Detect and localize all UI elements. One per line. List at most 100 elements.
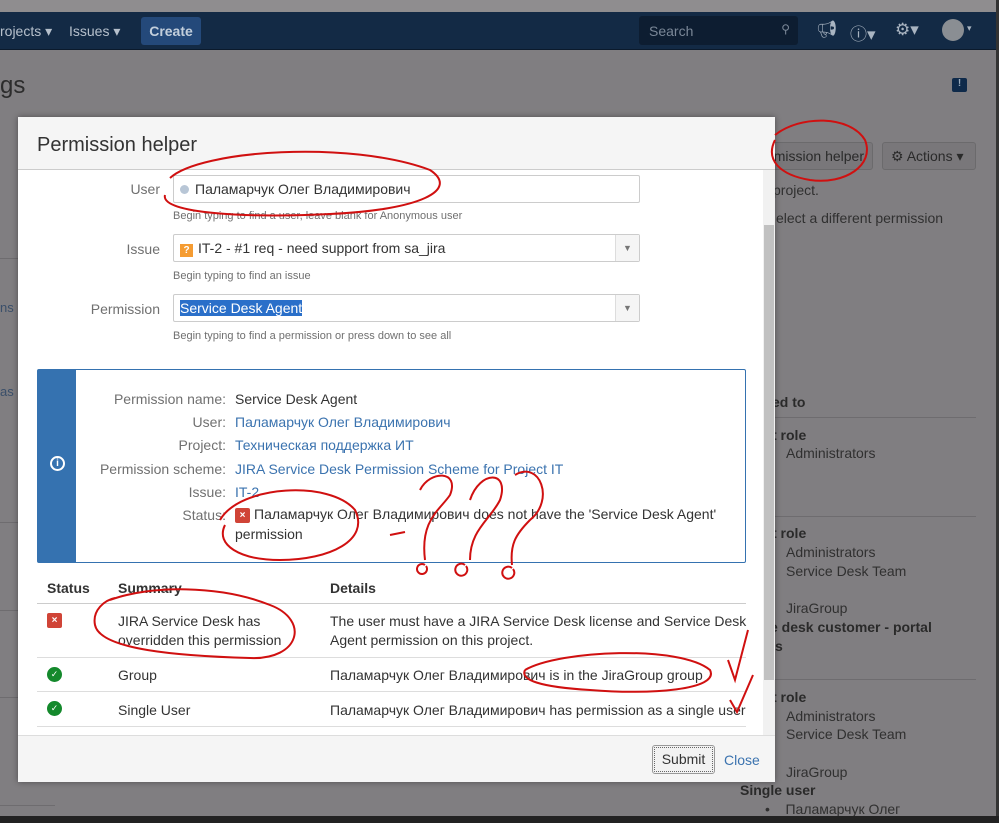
status-line: Паламарчук Олег Владимирович does not ha…	[254, 506, 717, 522]
permission-hint: Begin typing to find a permission or pre…	[173, 330, 452, 342]
permission-label: Permission	[90, 301, 160, 317]
issue-label: Issue	[126, 241, 160, 257]
window-top-strip	[0, 0, 999, 12]
info-band: i	[38, 370, 76, 562]
dialog-header: Permission helper	[18, 117, 775, 170]
status-line: permission	[235, 526, 303, 542]
sidebar-item[interactable]: as	[0, 384, 14, 399]
intro-text: elect a different permission	[776, 210, 944, 226]
divider	[757, 417, 976, 418]
issue-link[interactable]: IT-2	[235, 484, 259, 500]
scrollbar-thumb[interactable]	[764, 225, 774, 680]
group-heading: t role	[772, 689, 807, 705]
group-item: JiraGroup	[786, 764, 848, 780]
group-heading: Single user	[740, 782, 816, 798]
gear-icon: ⚙	[891, 148, 904, 164]
search-placeholder: Search	[649, 23, 694, 39]
feedback-icon[interactable]: !	[952, 78, 967, 92]
column-header-details: Details	[330, 580, 376, 596]
submit-button[interactable]: Submit	[652, 745, 715, 774]
group-item: Service Desk Team	[786, 726, 907, 742]
dialog-title: Permission helper	[37, 134, 198, 156]
row-details: The user must have a JIRA Service Desk l…	[330, 613, 747, 629]
group-item: Administrators	[786, 445, 876, 461]
search-icon: ⚲	[781, 22, 790, 36]
intro-text: project.	[773, 182, 819, 198]
error-x-icon: ×	[47, 613, 62, 628]
help-icon[interactable]: ⓘ▾	[850, 20, 876, 45]
info-label: User:	[192, 414, 226, 430]
issue-field[interactable]: ? IT-2 - #1 req - need support from sa_ji…	[173, 234, 640, 262]
notifications-megaphone-icon[interactable]: 📢︎	[816, 20, 838, 40]
row-details: Паламарчук Олег Владимирович is in the J…	[330, 667, 703, 683]
window-edge	[0, 816, 999, 823]
permission-name-value: Service Desk Agent	[235, 391, 358, 407]
error-x-icon: ×	[235, 507, 250, 523]
info-icon: i	[50, 456, 65, 471]
user-link[interactable]: Паламарчук Олег Владимирович	[235, 414, 451, 430]
info-label: Project:	[178, 437, 226, 453]
user-field[interactable]: Паламарчук Олег Владимирович	[173, 175, 640, 203]
issue-value: IT-2 - #1 req - need support from sa_jir…	[198, 240, 446, 256]
settings-gear-icon[interactable]: ⚙▾	[895, 20, 919, 40]
nav-projects[interactable]: rojects ▾	[0, 23, 52, 40]
info-label: Issue:	[188, 484, 226, 500]
close-link[interactable]: Close	[724, 752, 760, 768]
sidebar-item[interactable]: ns	[0, 300, 14, 315]
user-avatar-icon	[180, 185, 189, 194]
row-summary: JIRA Service Desk has	[118, 613, 261, 629]
avatar-chevron-down-icon: ▾	[967, 23, 972, 33]
divider	[0, 805, 55, 806]
group-item: Administrators	[786, 544, 876, 560]
success-check-icon: ✓	[47, 701, 62, 716]
permission-dropdown-chevron-icon[interactable]: ▼	[615, 295, 639, 321]
nav-issues-label: Issues	[69, 23, 110, 39]
user-avatar[interactable]	[942, 19, 964, 41]
row-summary: Group	[118, 667, 157, 683]
divider	[0, 258, 18, 259]
info-label: Permission scheme:	[99, 461, 226, 477]
group-heading: t role	[772, 525, 807, 541]
status-value: × Паламарчук Олег Владимирович does not h…	[235, 506, 716, 523]
divider	[37, 603, 746, 604]
divider	[37, 691, 746, 692]
divider	[37, 726, 746, 727]
actions-label: Actions	[906, 148, 953, 164]
divider	[757, 679, 976, 680]
group-heading: e desk customer - portal	[770, 619, 932, 635]
permission-field[interactable]: Service Desk Agent ▼	[173, 294, 640, 322]
search-input[interactable]: Search ⚲	[639, 16, 798, 45]
project-link[interactable]: Техническая поддержка ИТ	[235, 437, 414, 453]
single-user-name: Паламарчук Олег	[785, 801, 901, 817]
group-item: JiraGroup	[786, 600, 848, 616]
group-item: • Паламарчук Олег	[765, 801, 901, 817]
actions-button[interactable]: ⚙ Actions ▾	[882, 142, 976, 170]
user-label: User	[130, 181, 160, 197]
group-item: Administrators	[786, 708, 876, 724]
create-button[interactable]: Create	[141, 17, 201, 45]
question-issue-type-icon: ?	[180, 244, 193, 257]
row-summary: overridden this permission	[118, 632, 282, 648]
info-label: Permission name:	[113, 391, 226, 407]
column-header-status: Status	[47, 580, 90, 596]
info-label: Status:	[182, 507, 226, 523]
success-check-icon: ✓	[47, 667, 62, 682]
permission-scheme-link[interactable]: JIRA Service Desk Permission Scheme for …	[235, 461, 563, 477]
divider	[757, 516, 976, 517]
group-heading: s	[775, 638, 783, 654]
top-navbar: rojects ▾ Issues ▾ Create Search ⚲ 📢︎ ⓘ▾ …	[0, 12, 999, 50]
column-header-summary: Summary	[118, 580, 182, 596]
row-details: Паламарчук Олег Владимирович has permiss…	[330, 702, 746, 718]
issue-dropdown-chevron-icon[interactable]: ▼	[615, 235, 639, 261]
nav-issues[interactable]: Issues ▾	[69, 23, 120, 40]
permission-value: Service Desk Agent	[180, 300, 303, 316]
divider	[0, 610, 18, 611]
dialog-footer: Submit Close	[18, 735, 775, 782]
user-hint: Begin typing to find a user, leave blank…	[173, 210, 463, 222]
granted-to-header: ed to	[772, 394, 806, 410]
divider	[0, 522, 18, 523]
divider	[37, 657, 746, 658]
row-summary: Single User	[118, 702, 191, 718]
row-details: Agent permission on this project.	[330, 632, 534, 648]
permission-helper-dialog: Permission helper User Паламарчук Олег В…	[18, 117, 775, 782]
